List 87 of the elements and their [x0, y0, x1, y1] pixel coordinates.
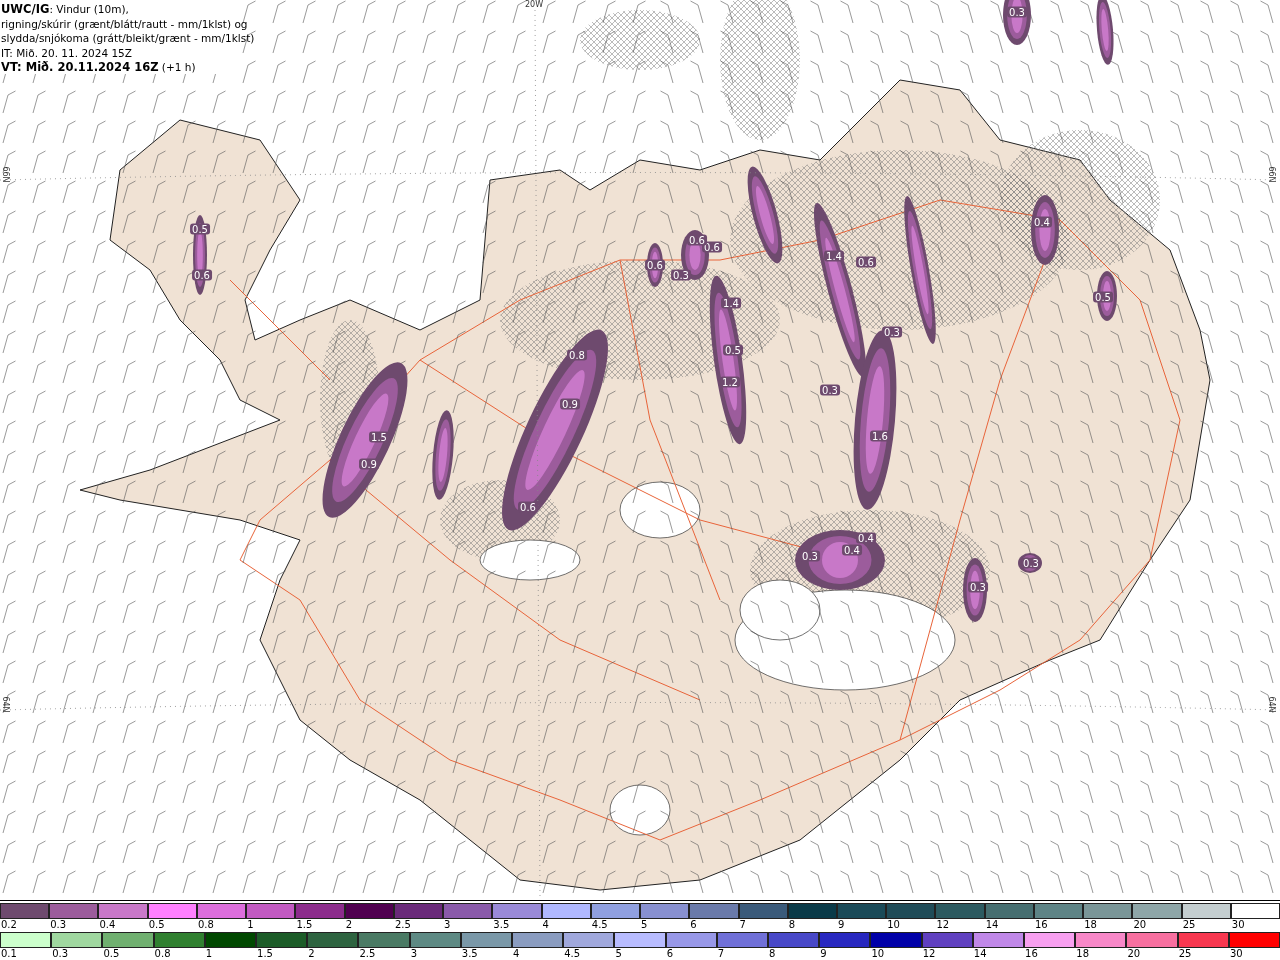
legend-value: 10 [886, 919, 900, 930]
legend-value: 16 [1024, 948, 1038, 959]
legend-value: 30 [1230, 919, 1245, 930]
precipitation-value: 1.4 [824, 250, 844, 262]
precipitation-value: 0.5 [1093, 291, 1113, 303]
precipitation-value: 0.3 [968, 581, 988, 593]
legend-value: 20 [1132, 919, 1147, 930]
precipitation-value: 1.5 [369, 431, 389, 443]
coordinate-label: 64N [1266, 696, 1276, 713]
precipitation-value: 0.5 [190, 223, 210, 235]
precipitation-value: 0.6 [518, 501, 538, 513]
header-text: UWC/IG: Vindur (10m), [1, 2, 129, 17]
precipitation-value: 0.9 [560, 398, 580, 410]
legend-value: 2 [344, 919, 352, 930]
header-text: IT: Mið. 20. 11. 2024 15Z [1, 45, 132, 61]
coordinate-label: 20W [525, 0, 544, 9]
precipitation-value: 0.6 [687, 234, 707, 246]
legend-value: 0.3 [51, 948, 69, 959]
legend-value: 0.8 [196, 919, 214, 930]
precipitation-value: 1.4 [721, 297, 741, 309]
legend-value: 2 [307, 948, 315, 959]
legend-value: 8 [768, 948, 776, 959]
legend-value: 1 [246, 919, 254, 930]
legend-value: 9 [837, 919, 845, 930]
legend-value: 18 [1083, 919, 1097, 930]
legend-value: 7 [716, 948, 725, 959]
legend-value: 25 [1177, 948, 1192, 959]
legend-value: 12 [935, 919, 950, 930]
legend-value: 0.5 [147, 919, 165, 930]
precipitation-value: 0.4 [856, 532, 876, 544]
precipitation-value: 1.6 [870, 430, 890, 442]
precipitation-value: 1.2 [720, 376, 740, 388]
precipitation-value: 0.5 [723, 344, 743, 356]
precipitation-value: 0.3 [820, 384, 840, 396]
legend-value: 4.5 [563, 948, 581, 959]
legend-value: 16 [1033, 919, 1048, 930]
precipitation-value: 0.6 [192, 269, 212, 281]
precipitation-value: 0.3 [800, 550, 820, 562]
legend-value: 0.3 [49, 919, 67, 930]
legend-value: 3 [409, 948, 417, 959]
precipitation-value: 0.8 [567, 349, 587, 361]
precipitation-value: 0.6 [645, 259, 665, 271]
legend-value: 1 [204, 948, 213, 959]
legend-value: 8 [787, 919, 796, 930]
header-text: rigning/skúrir (grænt/blátt/rautt - mm/1klst) og [1, 16, 248, 32]
legend-value: 18 [1075, 948, 1089, 959]
legend-value: 9 [819, 948, 827, 959]
precipitation-value: 0.3 [1007, 6, 1027, 18]
coordinate-label: 64N [0, 696, 10, 713]
legend-value: 14 [972, 948, 987, 959]
precipitation-value: 0.9 [359, 458, 379, 470]
legend-value: 14 [984, 919, 999, 930]
coordinate-label: 66N [0, 166, 10, 183]
legend-value: 4.5 [590, 919, 608, 930]
precipitation-value: 0.6 [856, 256, 876, 268]
legend-value: 0.4 [98, 919, 116, 930]
precipitation-value: 0.3 [1021, 557, 1041, 569]
coordinate-label: 66N [1266, 166, 1276, 183]
legend-value: 6 [665, 948, 673, 959]
legend-value: 0.2 [0, 919, 17, 930]
legend-value: 1.5 [256, 948, 273, 959]
legend-value: 2.5 [393, 919, 411, 930]
legend-value: 25 [1181, 919, 1196, 930]
precipitation-value: 0.3 [671, 269, 691, 281]
legend-value: 4 [512, 948, 520, 959]
legend-value: 12 [921, 948, 936, 959]
legend-value: 20 [1126, 948, 1141, 959]
header-text: slydda/snjókoma (grátt/bleikt/grænt - mm/1klst) [1, 31, 255, 46]
legend-value: 0.1 [0, 948, 17, 959]
precipitation-value: 0.3 [882, 326, 902, 338]
legend-value: 30 [1228, 948, 1243, 959]
precipitation-value: 0.4 [1032, 216, 1052, 228]
legend-value: 10 [870, 948, 885, 959]
header-text: VT: Mið. 20.11.2024 16Z (+1 h) [1, 60, 196, 75]
legend-value: 3.5 [460, 948, 478, 959]
legend-value: 7 [738, 919, 746, 930]
legend-value: 5 [614, 948, 622, 959]
legend-value: 0.5 [102, 948, 120, 959]
legend-value: 0.8 [153, 948, 171, 959]
legend-value: 5 [640, 919, 648, 930]
legend-value: 3.5 [492, 919, 510, 930]
legend-value: 2.5 [358, 948, 376, 959]
legend-value: 3 [443, 919, 451, 930]
legend-value: 4 [541, 919, 549, 930]
legend-value: 6 [689, 919, 697, 930]
precipitation-value: 0.4 [842, 544, 862, 556]
legend-value: 1.5 [295, 919, 313, 930]
